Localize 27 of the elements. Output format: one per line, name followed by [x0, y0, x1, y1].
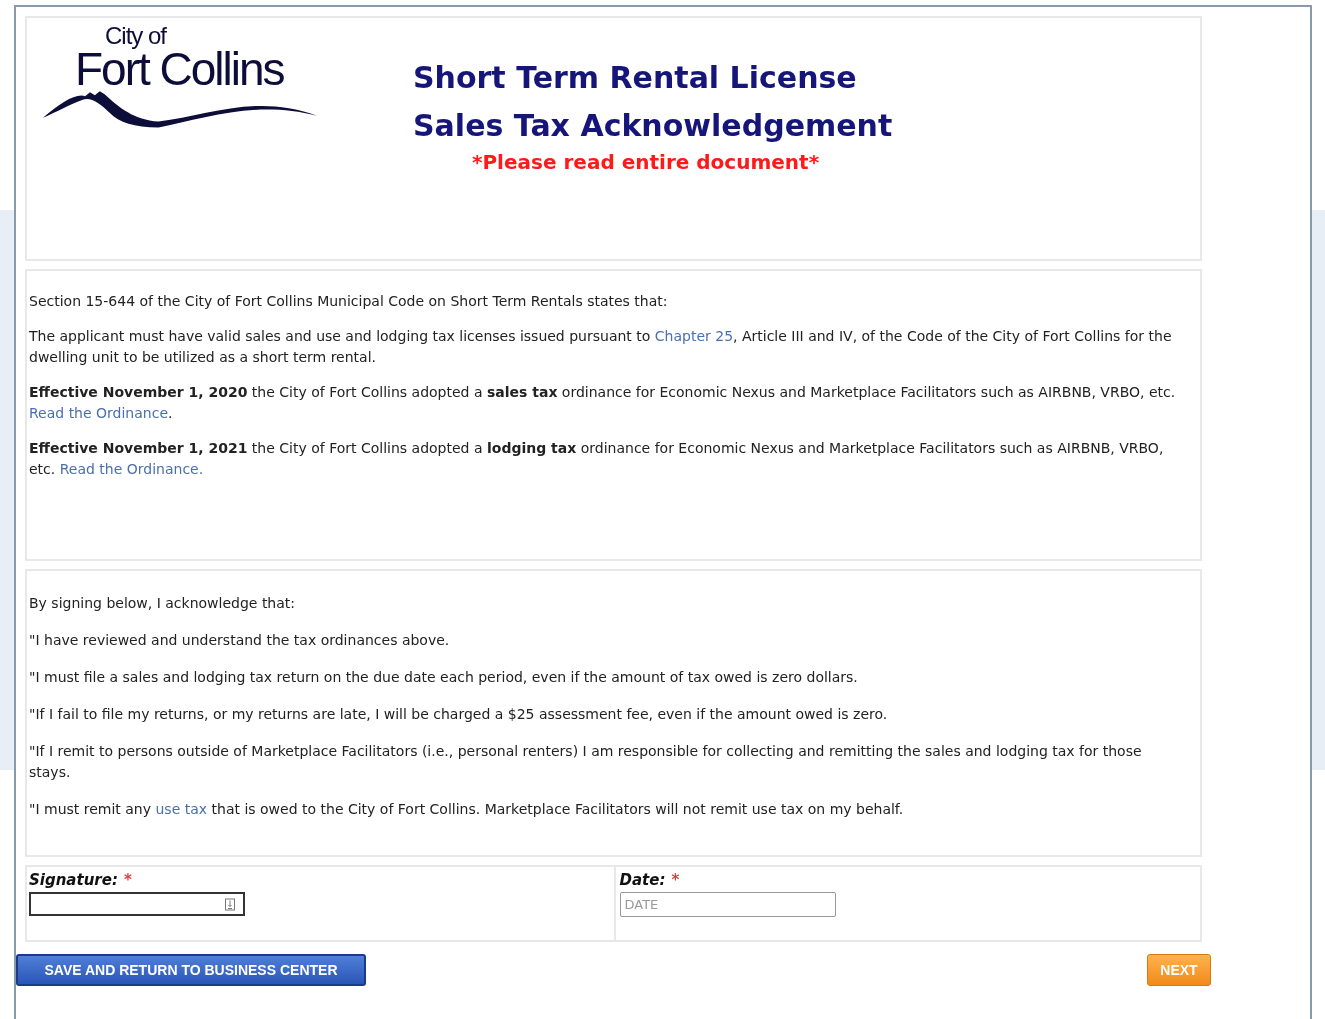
notice-text: *Please read entire document*	[472, 150, 820, 174]
link[interactable]: Read the Ordinance.	[59, 461, 204, 477]
link[interactable]: use tax	[155, 801, 208, 817]
paragraph: Effective November 1, 2021 the City of Fort Collins adopted a lodging tax ordinance for Economic Nexus and Marketplace Facilitators such as AIRBNB, VRBO, etc. Read the Ordinance.	[29, 439, 1165, 479]
field-label: Signature:	[29, 871, 118, 889]
paragraph: "I must file a sales and lodging tax return on the due date each period, even if the amount of tax owed is zero dollars.	[29, 668, 859, 687]
page-title: Sales Tax Acknowledgement	[413, 107, 893, 145]
paragraph: "I must remit any use tax that is owed to the City of Fort Collins. Marketplace Facilitators will not remit use tax on my behalf.	[29, 800, 905, 819]
paragraph: "If I fail to file my returns, or my returns are late, I will be charged a $25 assessment fee, even if the amount owed is zero.	[29, 705, 889, 724]
signature-field[interactable]	[29, 892, 245, 916]
link[interactable]: Read the Ordinance	[29, 405, 168, 421]
paragraph: "If I remit to persons outside of Marketplace Facilitators (i.e., personal renters) I am responsible for collecting and remitting the sales and lodging tax for those stays.	[29, 742, 1143, 782]
paragraph: Effective November 1, 2020 the City of Fort Collins adopted a sales tax ordinance for Economic Nexus and Marketplace Facilitators such as AIRBNB, VRBO, etc. Read the Ordinance.	[29, 383, 1177, 423]
save-return-button[interactable]: SAVE AND RETURN TO BUSINESS CENTER	[16, 954, 366, 986]
required-mark: *	[123, 871, 132, 889]
paragraph: Section 15-644 of the City of Fort Collins Municipal Code on Short Term Rentals states that:	[29, 292, 669, 311]
pen-pad-icon	[225, 897, 235, 911]
required-mark: *	[671, 871, 680, 889]
logo-text: Fort Collins	[75, 48, 284, 90]
link[interactable]: Chapter 25	[654, 328, 734, 344]
field-label: Date:	[619, 871, 666, 889]
date-field[interactable]: DATE	[619, 892, 836, 917]
page-title: Short Term Rental License	[413, 59, 857, 97]
paragraph: By signing below, I acknowledge that:	[29, 594, 297, 613]
paragraph: The applicant must have valid sales and use and lodging tax licenses issued pursuant to Chapter 25, Article III and IV, of the Code of the City of Fort Collins for the dwelling unit to be utilized as a short term rental.	[29, 327, 1173, 367]
paragraph: "I have reviewed and understand the tax ordinances above.	[29, 631, 451, 650]
logo-text: City of	[105, 24, 166, 48]
